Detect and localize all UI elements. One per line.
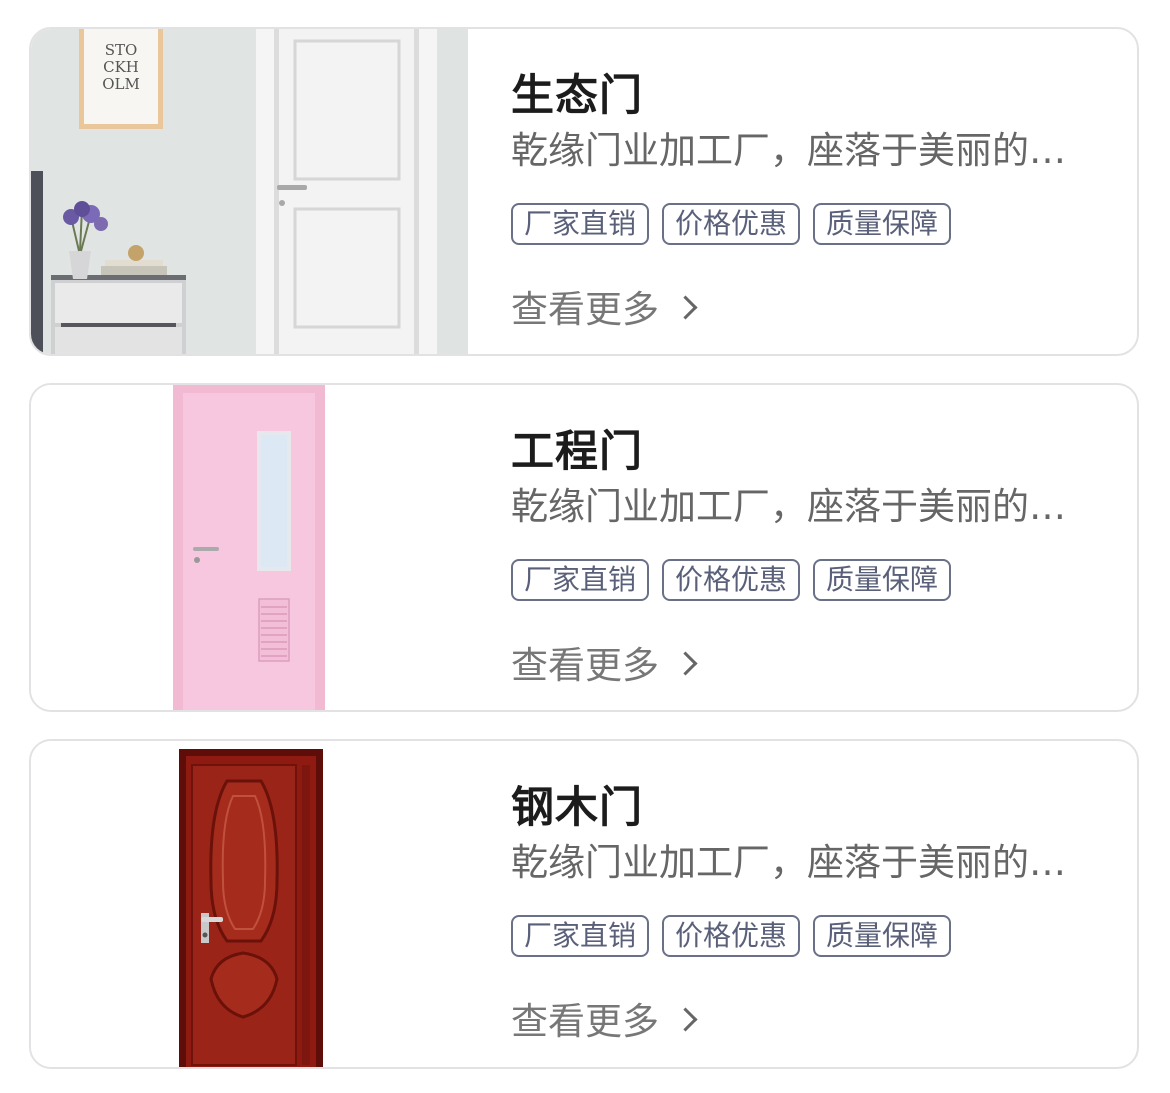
product-image-engineering-door[interactable] [31,385,468,710]
view-more-link[interactable]: 查看更多 [511,991,698,1045]
product-image-steel-wood-door[interactable] [31,741,468,1067]
product-description: 乾缘门业加工厂，座落于美丽的城市，专业生产各类门窗产品 [511,843,1096,883]
tag-good-price: 价格优惠 [662,559,801,601]
chevron-right-icon [673,650,698,676]
view-more-label: 查看更多 [511,288,659,331]
view-more-label: 查看更多 [511,644,659,687]
room-scene-illustration: STO CKH OLM [31,29,468,354]
tag-list: 厂家直销 价格优惠 质量保障 [511,203,952,245]
product-image-eco-door[interactable]: STO CKH OLM [31,29,468,354]
chevron-right-icon [673,1006,698,1032]
tag-good-price: 价格优惠 [662,915,801,957]
product-title: 工程门 [511,427,643,477]
view-more-link[interactable]: 查看更多 [511,279,698,333]
chevron-right-icon [673,294,698,320]
tag-quality-guarantee: 质量保障 [813,915,952,957]
product-description: 乾缘门业加工厂，座落于美丽的城市，专业生产各类门窗产品 [511,487,1096,527]
view-more-link[interactable]: 查看更多 [511,635,698,689]
tag-list: 厂家直销 价格优惠 质量保障 [511,915,952,957]
product-title: 钢木门 [511,783,643,833]
tag-quality-guarantee: 质量保障 [813,203,952,245]
red-door-illustration [31,741,468,1067]
product-description: 乾缘门业加工厂，座落于美丽的城市，专业生产各类门窗产品 [511,131,1096,171]
tag-list: 厂家直销 价格优惠 质量保障 [511,559,952,601]
tag-factory-direct: 厂家直销 [511,559,650,601]
poster-text-line: STO [105,41,138,59]
poster-text-line: CKH [103,58,139,76]
tag-factory-direct: 厂家直销 [511,203,650,245]
tag-factory-direct: 厂家直销 [511,915,650,957]
pink-door-illustration [31,385,468,710]
product-title: 生态门 [511,71,643,121]
poster-text-line: OLM [102,75,140,93]
product-card[interactable]: 工程门 乾缘门业加工厂，座落于美丽的城市，专业生产各类门窗产品 厂家直销 价格优… [29,383,1139,712]
view-more-label: 查看更多 [511,1000,659,1043]
tag-quality-guarantee: 质量保障 [813,559,952,601]
product-card[interactable]: 钢木门 乾缘门业加工厂，座落于美丽的城市，专业生产各类门窗产品 厂家直销 价格优… [29,739,1139,1069]
product-card[interactable]: STO CKH OLM 生态门 乾缘门业加工厂，座落于美丽的城市 厂家直销 价格… [29,27,1139,356]
tag-good-price: 价格优惠 [662,203,801,245]
